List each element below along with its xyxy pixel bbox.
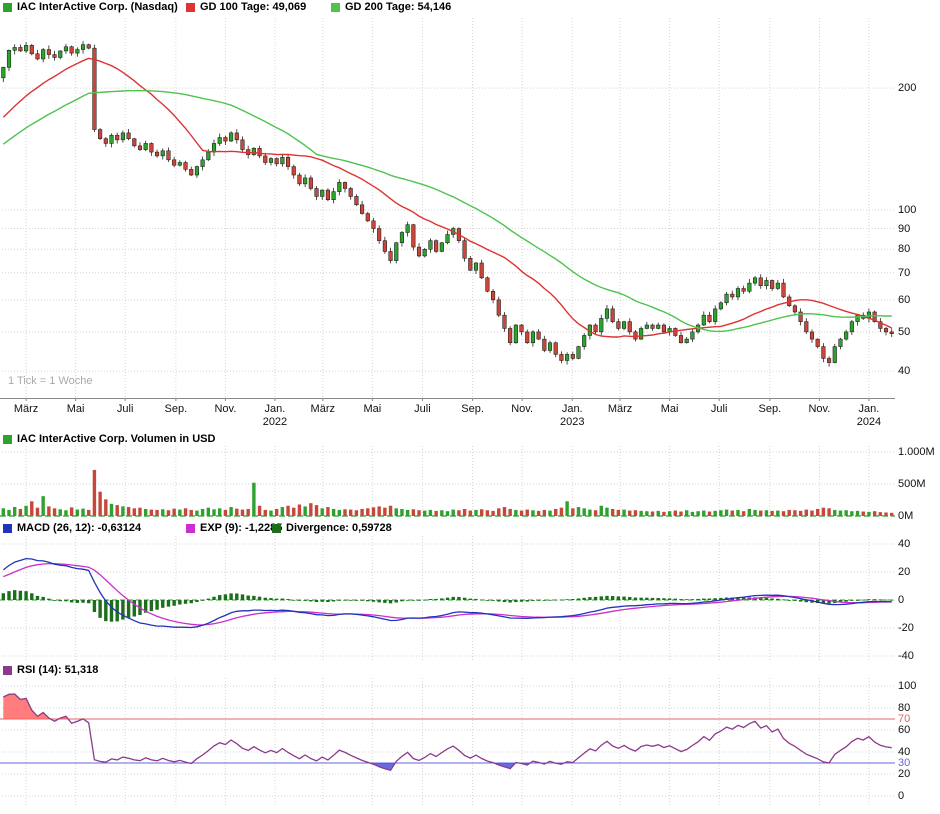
rsi-label: RSI (14): 51,318 (17, 664, 98, 676)
y-axis-label: 1.000M (898, 445, 935, 459)
x-axis-month-label: Juli (414, 403, 431, 415)
series-swatch-icon (3, 3, 12, 12)
x-axis-month-label: Sep. (461, 403, 484, 415)
x-axis-year-label: 2023 (560, 416, 584, 428)
y-axis-label: 40 (898, 537, 910, 551)
legend-item-divergence: Divergence: 0,59728 (272, 522, 392, 534)
legend-item-gd200: GD 200 Tage: 54,146 (331, 1, 451, 13)
y-axis-label: 60 (898, 723, 910, 737)
macd-label: MACD (26, 12): -0,63124 (17, 522, 141, 534)
y-axis-label: 20 (898, 767, 910, 781)
x-axis-month-label: Sep. (759, 403, 782, 415)
macd-legend: MACD (26, 12): -0,63124 EXP (9): -1,2285… (0, 522, 940, 536)
stock-chart-page: IAC InterActive Corp. (Nasdaq) GD 100 Ta… (0, 0, 940, 814)
x-axis: MärzMaiJuliSep.Nov.Jan.2022MärzMaiJuliSe… (0, 401, 940, 431)
x-axis-month-label: März (311, 403, 335, 415)
x-axis-month-label: Mai (67, 403, 85, 415)
legend-item-series: IAC InterActive Corp. (Nasdaq) (3, 1, 178, 13)
x-axis-month-label: Juli (711, 403, 728, 415)
y-axis-label: 90 (898, 222, 910, 236)
legend-item-volume: IAC InterActive Corp. Volumen in USD (3, 433, 215, 445)
x-axis-year-label: 2022 (263, 416, 287, 428)
gd100-swatch-icon (186, 3, 195, 12)
volume-swatch-icon (3, 435, 12, 444)
gd200-swatch-icon (331, 3, 340, 12)
price-panel: 1 Tick = 1 Woche 200 100 90 80 70 60 50 40 (0, 18, 940, 401)
exp-swatch-icon (186, 524, 195, 533)
y-axis-label: 50 (898, 325, 910, 339)
y-axis-label: 20 (898, 565, 910, 579)
y-axis-label: 0 (898, 789, 904, 803)
x-axis-month-label: Jan. (265, 403, 286, 415)
x-axis-month-label: Mai (661, 403, 679, 415)
x-axis-month-label: März (608, 403, 632, 415)
series-label: IAC InterActive Corp. (Nasdaq) (17, 1, 178, 13)
volume-chart-canvas[interactable] (0, 446, 940, 520)
y-axis-label: 500M (898, 477, 926, 491)
legend-item-exp: EXP (9): -1,2285 (186, 522, 282, 534)
y-axis-label: 0 (898, 593, 904, 607)
legend-item-macd: MACD (26, 12): -0,63124 (3, 522, 141, 534)
gd100-label: GD 100 Tage: 49,069 (200, 1, 306, 13)
volume-label: IAC InterActive Corp. Volumen in USD (17, 433, 215, 445)
x-axis-month-label: März (14, 403, 38, 415)
y-axis-label: 200 (898, 81, 916, 95)
x-axis-month-label: Jan. (859, 403, 880, 415)
x-axis-month-label: Nov. (214, 403, 236, 415)
divergence-label: Divergence: 0,59728 (286, 522, 392, 534)
x-axis-month-label: Mai (363, 403, 381, 415)
x-axis-month-label: Juli (117, 403, 134, 415)
rsi-legend: RSI (14): 51,318 (0, 664, 940, 678)
price-legend: IAC InterActive Corp. (Nasdaq) GD 100 Ta… (0, 1, 940, 15)
y-axis-label: 100 (898, 679, 916, 693)
price-chart-canvas[interactable] (0, 18, 940, 401)
y-axis-label: 80 (898, 242, 910, 256)
rsi-swatch-icon (3, 666, 12, 675)
legend-item-gd100: GD 100 Tage: 49,069 (186, 1, 306, 13)
rsi-chart-canvas[interactable] (0, 678, 940, 810)
y-axis-label: 70 (898, 266, 910, 280)
macd-swatch-icon (3, 524, 12, 533)
rsi-panel: 1008070604030200 (0, 678, 940, 810)
x-axis-year-label: 2024 (857, 416, 881, 428)
volume-panel: 1.000M 500M 0M (0, 446, 940, 520)
volume-legend: IAC InterActive Corp. Volumen in USD (0, 433, 940, 447)
y-axis-label: 60 (898, 293, 910, 307)
gd200-label: GD 200 Tage: 54,146 (345, 1, 451, 13)
divergence-swatch-icon (272, 524, 281, 533)
y-axis-label: -20 (898, 621, 914, 635)
macd-panel: 40 20 0 -20 -40 (0, 536, 940, 662)
y-axis-label: 0M (898, 509, 913, 523)
legend-item-rsi: RSI (14): 51,318 (3, 664, 98, 676)
macd-chart-canvas[interactable] (0, 536, 940, 662)
exp-label: EXP (9): -1,2285 (200, 522, 282, 534)
y-axis-label: -40 (898, 649, 914, 663)
y-axis-label: 40 (898, 364, 910, 378)
x-axis-month-label: Jan. (562, 403, 583, 415)
tick-note: 1 Tick = 1 Woche (8, 375, 92, 387)
y-axis-label: 100 (898, 203, 916, 217)
x-axis-month-label: Nov. (511, 403, 533, 415)
x-axis-month-label: Sep. (165, 403, 188, 415)
x-axis-month-label: Nov. (808, 403, 830, 415)
